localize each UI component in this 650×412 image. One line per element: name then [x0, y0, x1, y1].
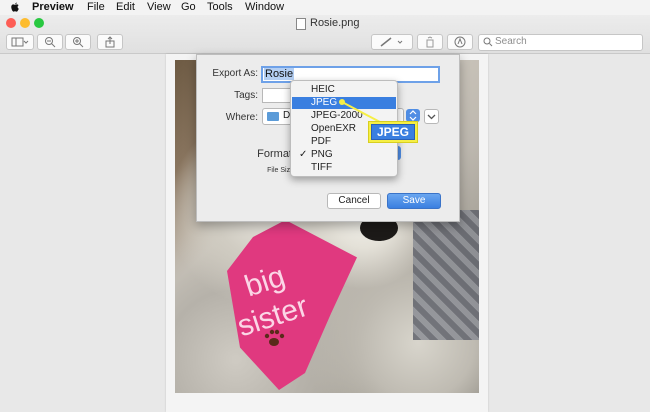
- paw-print-icon: [264, 329, 285, 346]
- jpeg-callout-label: JPEG: [371, 124, 415, 140]
- format-label: Format: [257, 148, 292, 160]
- export-as-value: Rosie: [264, 68, 295, 80]
- cancel-button[interactable]: Cancel: [327, 193, 381, 209]
- checkmark-icon: ✓: [299, 149, 308, 160]
- format-option-png[interactable]: ✓ PNG: [292, 149, 396, 161]
- rotate-button[interactable]: [417, 34, 443, 50]
- search-field[interactable]: Search: [478, 34, 643, 51]
- menu-app-name[interactable]: Preview: [32, 1, 74, 14]
- annotate-button[interactable]: [447, 34, 473, 50]
- menu-window[interactable]: Window: [245, 1, 284, 14]
- zoom-out-button[interactable]: [37, 34, 63, 50]
- menu-edit[interactable]: Edit: [116, 1, 135, 14]
- window-title: Rosie.png: [296, 17, 360, 30]
- format-option-jpeg[interactable]: JPEG: [292, 97, 396, 109]
- format-option-tiff[interactable]: TIFF: [292, 162, 396, 174]
- format-option-heic[interactable]: HEIC: [292, 84, 396, 96]
- apple-logo-icon[interactable]: [10, 2, 20, 13]
- share-icon: [105, 36, 115, 48]
- jpeg-callout: JPEG: [368, 121, 418, 143]
- zoom-out-icon: [45, 37, 56, 48]
- close-window-button[interactable]: [6, 18, 16, 28]
- zoom-in-button[interactable]: [65, 34, 91, 50]
- sidebar-toggle-button[interactable]: [6, 34, 34, 50]
- patterned-blanket: [413, 210, 479, 340]
- sidebar-icon: [11, 37, 29, 47]
- save-button[interactable]: Save: [387, 193, 441, 209]
- menu-bar: Preview File Edit View Go Tools Window: [0, 0, 650, 16]
- tags-label: Tags:: [234, 90, 258, 101]
- png-file-icon: [296, 18, 306, 30]
- search-placeholder: Search: [495, 36, 527, 47]
- file-size-label: File Size: [267, 167, 294, 174]
- search-icon: [483, 37, 493, 47]
- minimize-window-button[interactable]: [20, 18, 30, 28]
- menu-go[interactable]: Go: [181, 1, 196, 14]
- annotate-icon: [454, 36, 466, 48]
- chevron-down-icon: [427, 114, 436, 120]
- menu-view[interactable]: View: [147, 1, 171, 14]
- expand-browser-button[interactable]: [424, 109, 439, 124]
- window-title-text: Rosie.png: [310, 17, 360, 29]
- menu-tools[interactable]: Tools: [207, 1, 233, 14]
- share-button[interactable]: [97, 34, 123, 50]
- menu-file[interactable]: File: [87, 1, 105, 14]
- where-label: Where:: [225, 112, 258, 123]
- zoom-in-icon: [73, 37, 84, 48]
- markup-pen-button[interactable]: [371, 34, 413, 50]
- folder-icon: [267, 112, 279, 121]
- export-as-label: Export As:: [212, 68, 258, 79]
- zoom-window-button[interactable]: [34, 18, 44, 28]
- markup-pen-icon: [380, 37, 403, 47]
- rotate-icon: [426, 36, 434, 48]
